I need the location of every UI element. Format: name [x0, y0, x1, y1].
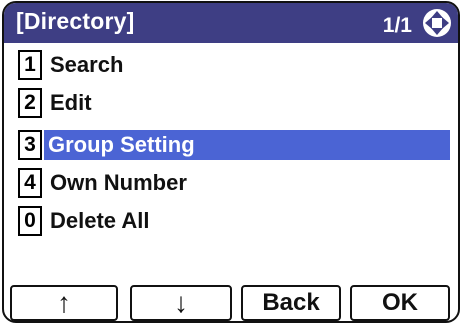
menu-item-label: Delete All	[50, 208, 150, 233]
menu-key-number: 1	[18, 50, 42, 80]
down-arrow-softkey[interactable]: ↓	[130, 285, 232, 321]
title-bar: [Directory] 1/1	[4, 3, 458, 43]
up-arrow-softkey[interactable]: ↑	[10, 285, 118, 321]
four-way-navigation-icon	[423, 9, 451, 37]
menu-item-label: Edit	[50, 90, 92, 115]
screen-title: [Directory]	[16, 8, 135, 34]
menu-item-edit[interactable]: 2 Edit	[18, 87, 450, 119]
menu-item-label: Group Setting	[44, 130, 450, 160]
menu-item-search[interactable]: 1 Search	[18, 49, 450, 81]
menu-key-number: 3	[18, 130, 42, 160]
softkey-bar: ↑ ↓ Back OK	[10, 285, 450, 321]
menu-item-group-setting[interactable]: 3 Group Setting	[18, 129, 450, 161]
phone-display: [Directory] 1/1 1 Search 2 Edit 3 Group …	[2, 1, 460, 323]
menu-item-delete-all[interactable]: 0 Delete All	[18, 205, 450, 237]
menu-item-label: Own Number	[50, 170, 187, 195]
menu-key-number: 2	[18, 88, 42, 118]
menu-item-own-number[interactable]: 4 Own Number	[18, 167, 450, 199]
menu-key-number: 4	[18, 168, 42, 198]
ok-softkey[interactable]: OK	[350, 285, 450, 321]
menu-key-number: 0	[18, 206, 42, 236]
page-indicator: 1/1	[382, 14, 412, 37]
back-softkey[interactable]: Back	[241, 285, 341, 321]
menu-item-label: Search	[50, 52, 124, 77]
